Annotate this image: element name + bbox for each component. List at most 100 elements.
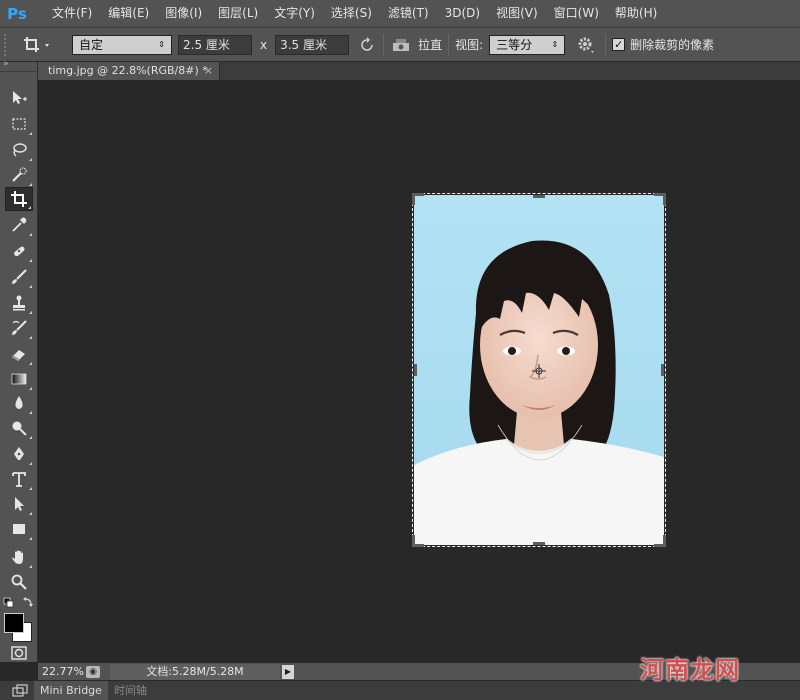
hand-icon: [12, 550, 23, 564]
tool-corner-indicator: [29, 565, 32, 568]
tool-corner-indicator: [29, 336, 32, 339]
crop-handle-bottom-right[interactable]: [654, 535, 666, 547]
quick-mask-button[interactable]: [5, 644, 33, 662]
menu-view[interactable]: 视图(V): [488, 0, 546, 27]
straighten-label[interactable]: 拉直: [418, 36, 442, 53]
options-grip[interactable]: [4, 33, 10, 56]
times-sign: x: [260, 37, 268, 52]
move-icon: [13, 91, 27, 104]
tool-corner-indicator: [29, 462, 32, 465]
crop-handle-bottom[interactable]: [533, 542, 545, 545]
clone-stamp-tool[interactable]: [5, 291, 33, 315]
swap-icon: [361, 36, 373, 51]
tool-corner-indicator: [29, 436, 32, 439]
collapse-icon: »: [3, 59, 9, 69]
ratio-select[interactable]: 自定 ⇕: [72, 34, 172, 55]
zoom-tool[interactable]: [5, 570, 33, 594]
lasso-tool[interactable]: [5, 138, 33, 162]
delete-pixels-label[interactable]: 删除裁剪的像素: [630, 36, 714, 53]
hand-tool[interactable]: [5, 545, 33, 569]
rectangle-tool[interactable]: [5, 517, 33, 541]
crop-settings-button[interactable]: [573, 35, 599, 55]
menu-3d[interactable]: 3D(D): [437, 0, 488, 27]
photoshop-logo: Ps: [7, 4, 27, 23]
menu-help[interactable]: 帮助(H): [607, 0, 665, 27]
menu-edit[interactable]: 编辑(E): [100, 0, 157, 27]
status-info-icon[interactable]: ◉: [86, 665, 100, 678]
menu-file[interactable]: 文件(F): [44, 0, 100, 27]
move-tool[interactable]: [5, 86, 33, 110]
pen-tool[interactable]: [5, 442, 33, 466]
crop-handle-top-right[interactable]: [654, 193, 666, 205]
tool-corner-indicator: [29, 362, 32, 365]
crop-handle-top[interactable]: [533, 195, 545, 198]
zoom-icon: [11, 574, 27, 590]
close-icon[interactable]: ×: [204, 62, 213, 80]
history-brush-icon: [12, 320, 27, 335]
toolbox: »: [0, 59, 38, 662]
crop-tool[interactable]: [5, 187, 33, 211]
crop-handle-right[interactable]: [661, 364, 664, 376]
tool-corner-indicator: [29, 285, 32, 288]
width-field[interactable]: 2.5 厘米: [178, 34, 252, 55]
path-select-tool[interactable]: [5, 492, 33, 516]
document-tab-strip: timg.jpg @ 22.8%(RGB/8#) * ×: [38, 62, 800, 80]
menu-image[interactable]: 图像(I): [157, 0, 210, 27]
tool-corner-indicator: [29, 311, 32, 314]
canvas-area[interactable]: [38, 80, 800, 662]
menu-type[interactable]: 文字(Y): [266, 0, 323, 27]
panel-toggle-icon[interactable]: [8, 683, 34, 699]
tool-corner-indicator: [29, 158, 32, 161]
separator: [383, 33, 385, 56]
menu-layer[interactable]: 图层(L): [210, 0, 266, 27]
separator: [448, 33, 450, 56]
eraser-icon: [12, 350, 25, 361]
history-brush-tool[interactable]: [5, 316, 33, 340]
crop-handle-left[interactable]: [414, 364, 417, 376]
crop-center-icon: [532, 364, 546, 378]
dodge-tool[interactable]: [5, 416, 33, 440]
lasso-icon: [13, 143, 27, 157]
menu-filter[interactable]: 滤镜(T): [380, 0, 437, 27]
healing-brush-icon: [14, 246, 25, 257]
view-select[interactable]: 三等分 ⇕: [489, 34, 566, 55]
view-select-value: 三等分: [496, 38, 533, 52]
eyedropper-tool[interactable]: [5, 213, 33, 237]
menu-window[interactable]: 窗口(W): [546, 0, 607, 27]
height-field[interactable]: 3.5 厘米: [275, 34, 350, 55]
straighten-button[interactable]: [390, 35, 412, 55]
tool-corner-indicator: [29, 387, 32, 390]
tool-corner-indicator: [29, 512, 32, 515]
tool-preset-picker[interactable]: [18, 32, 58, 58]
type-tool[interactable]: [5, 467, 33, 491]
type-icon: [12, 472, 26, 487]
swap-dimensions-button[interactable]: [357, 35, 377, 55]
options-bar: 自定 ⇕ 2.5 厘米 x 3.5 厘米 拉直 视图: 三等分 ⇕ ✓ 删除裁剪…: [0, 27, 800, 62]
menu-select[interactable]: 选择(S): [323, 0, 380, 27]
tool-corner-indicator: [29, 537, 32, 540]
status-menu-button[interactable]: ▶: [282, 664, 294, 679]
crop-handle-top-left[interactable]: [412, 193, 424, 205]
eraser-tool[interactable]: [5, 342, 33, 366]
gradient-tool[interactable]: [5, 367, 33, 391]
tool-corner-indicator: [29, 183, 32, 186]
tool-corner-indicator: [29, 487, 32, 490]
zoom-level[interactable]: 22.77%: [38, 665, 86, 678]
blur-icon: [15, 396, 23, 409]
delete-pixels-checkbox[interactable]: ✓: [612, 38, 626, 51]
view-label: 视图:: [455, 38, 484, 52]
healing-brush-tool[interactable]: [5, 239, 33, 263]
tab-mini-bridge[interactable]: Mini Bridge: [34, 680, 108, 700]
brush-tool[interactable]: [5, 265, 33, 289]
blur-tool[interactable]: [5, 391, 33, 415]
select-arrows-icon: ⇕: [158, 40, 165, 49]
default-colors-icon[interactable]: [3, 597, 35, 609]
toolbox-collapse[interactable]: »: [0, 59, 37, 72]
foreground-color-swatch[interactable]: [4, 613, 24, 633]
marquee-tool[interactable]: [5, 112, 33, 136]
select-arrows-icon: ⇕: [551, 40, 559, 49]
document-tab[interactable]: timg.jpg @ 22.8%(RGB/8#) * ×: [38, 62, 220, 80]
crop-handle-bottom-left[interactable]: [412, 535, 424, 547]
tab-timeline[interactable]: 时间轴: [108, 681, 153, 700]
quick-select-tool[interactable]: [5, 163, 33, 187]
